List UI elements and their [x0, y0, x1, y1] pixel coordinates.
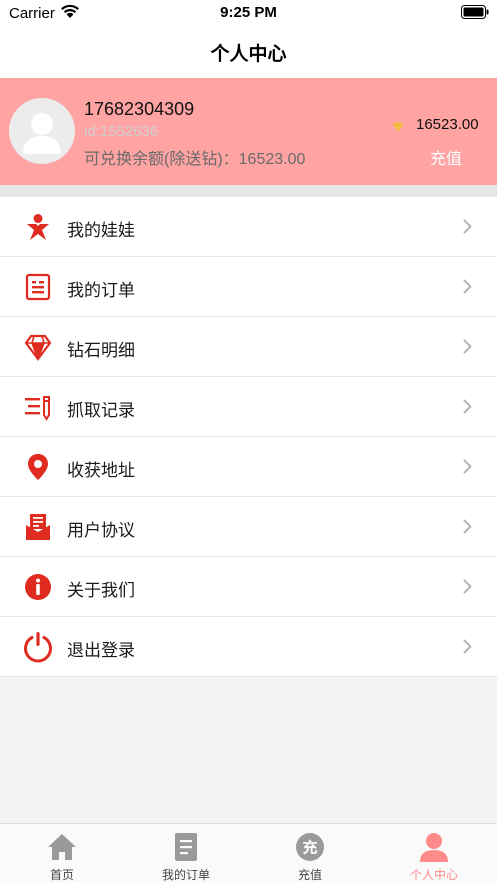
diamond-icon — [24, 334, 52, 361]
tab-profile[interactable]: 个人中心 — [372, 824, 496, 883]
user-placeholder-icon — [23, 113, 61, 154]
user-id: id:1552636 — [84, 123, 159, 140]
chevron-right-icon — [463, 399, 472, 414]
menu-item-about-us[interactable]: 关于我们 — [0, 557, 497, 617]
menu-item-grab-records[interactable]: 抓取记录 — [0, 377, 497, 437]
menu-item-my-orders[interactable]: 我的订单 — [0, 257, 497, 317]
recharge-glyph: 充 — [302, 839, 317, 857]
menu-list: 我的娃娃 我的订单 钻石明细 抓取记录 收获地址 用户协议 关于我们 退出登录 — [0, 197, 497, 677]
menu-label: 抓取记录 — [67, 401, 135, 420]
recharge-tab-icon: 充 — [296, 833, 324, 861]
menu-item-logout[interactable]: 退出登录 — [0, 617, 497, 677]
record-icon — [25, 396, 50, 421]
user-phone: 17682304309 — [84, 99, 195, 119]
menu-label: 我的娃娃 — [67, 221, 135, 240]
menu-label: 钻石明细 — [67, 341, 135, 360]
status-bar: Carrier 9:25 PM — [0, 0, 497, 26]
tab-label: 充值 — [297, 868, 322, 882]
tab-home[interactable]: 首页 — [0, 824, 124, 883]
order-icon — [25, 273, 51, 301]
tab-recharge[interactable]: 充 充值 — [248, 824, 372, 883]
tab-label: 我的订单 — [161, 868, 210, 882]
menu-label: 收获地址 — [67, 461, 135, 480]
chevron-right-icon — [463, 459, 472, 474]
menu-label: 用户协议 — [67, 521, 135, 540]
tab-my-orders[interactable]: 我的订单 — [124, 824, 248, 883]
chevron-right-icon — [463, 219, 472, 234]
location-icon — [28, 454, 48, 480]
doll-icon — [27, 214, 49, 240]
menu-item-my-dolls[interactable]: 我的娃娃 — [0, 197, 497, 257]
chevron-right-icon — [463, 279, 472, 294]
home-icon — [48, 834, 76, 860]
chevron-right-icon — [463, 339, 472, 354]
agreement-icon — [26, 514, 50, 540]
menu-label: 关于我们 — [67, 581, 135, 600]
info-icon — [25, 574, 51, 600]
menu-item-user-agreement[interactable]: 用户协议 — [0, 497, 497, 557]
chevron-right-icon — [463, 579, 472, 594]
chevron-right-icon — [463, 639, 472, 654]
page-title: 个人中心 — [210, 44, 287, 65]
tab-label: 个人中心 — [409, 868, 458, 882]
chevron-right-icon — [463, 519, 472, 534]
diamond-balance: 16523.00 — [416, 116, 479, 133]
bottom-tab-bar: 首页 我的订单 充 充值 个人中心 — [0, 823, 497, 883]
status-time: 9:25 PM — [220, 4, 277, 21]
avatar[interactable] — [9, 98, 75, 164]
menu-item-diamond-details[interactable]: 钻石明细 — [0, 317, 497, 377]
orders-tab-icon — [175, 833, 197, 861]
diamond-small-icon — [392, 119, 404, 137]
tab-label: 首页 — [49, 868, 74, 882]
power-icon — [24, 632, 52, 663]
recharge-button[interactable]: 充值 — [430, 145, 462, 169]
navigation-bar: 个人中心 — [0, 26, 497, 78]
profile-header: 17682304309 id:1552636 可兑换余额(除送钻)：16523.… — [0, 78, 497, 185]
menu-label: 我的订单 — [67, 281, 135, 300]
menu-item-shipping-address[interactable]: 收获地址 — [0, 437, 497, 497]
menu-label: 退出登录 — [67, 641, 135, 660]
battery-icon — [461, 5, 489, 23]
section-divider — [0, 185, 497, 197]
exchangeable-balance: 可兑换余额(除送钻)：16523.00 — [84, 151, 306, 168]
profile-tab-icon — [420, 833, 448, 862]
